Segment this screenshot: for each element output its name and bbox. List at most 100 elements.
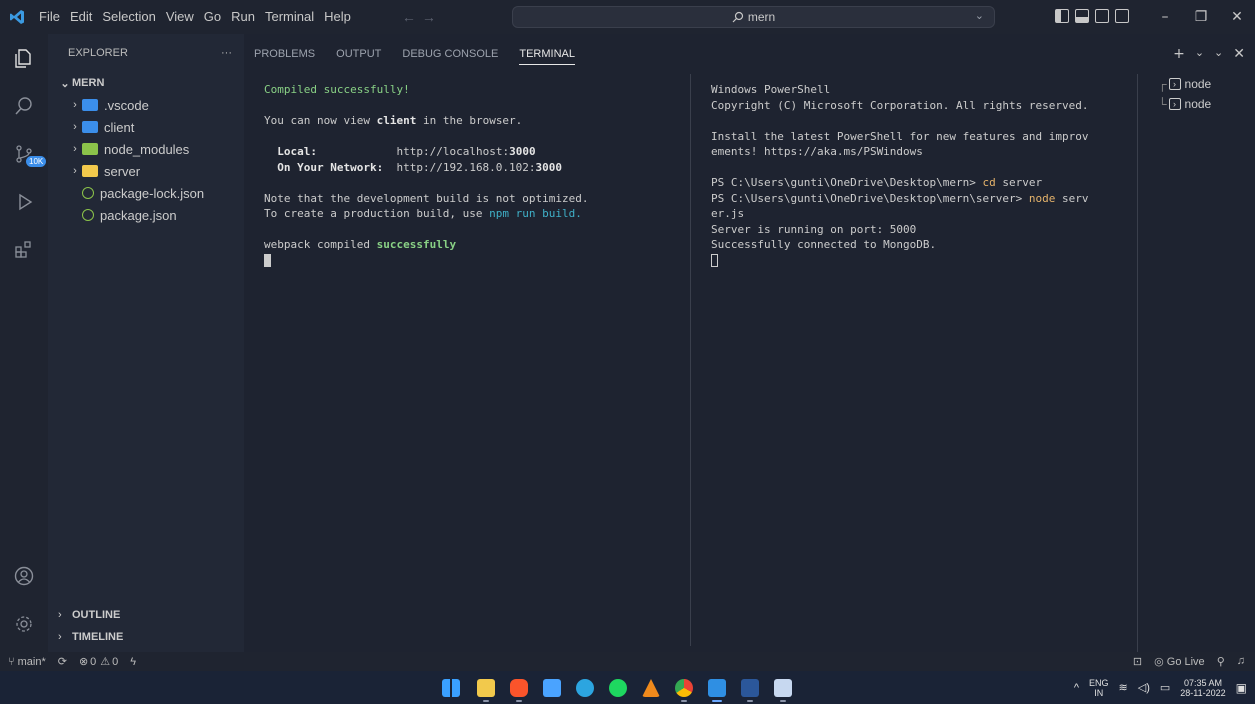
vscode-logo-icon[interactable] bbox=[0, 0, 34, 34]
sync-icon[interactable]: ⟳ bbox=[58, 655, 67, 668]
terminal-status-icon[interactable]: ⊡ bbox=[1133, 655, 1142, 668]
explorer-icon[interactable] bbox=[0, 38, 48, 78]
tab-terminal[interactable]: TERMINAL bbox=[519, 44, 575, 65]
terminal-output-client[interactable]: Compiled successfully! You can now view c… bbox=[264, 74, 689, 268]
tree-item-package-lock-json[interactable]: package-lock.json bbox=[48, 182, 244, 204]
error-count[interactable]: 0 bbox=[90, 656, 96, 668]
back-arrow-icon[interactable]: ← bbox=[402, 9, 422, 25]
error-icon: ⊗ bbox=[78, 656, 89, 668]
terminal-list-divider[interactable] bbox=[1137, 74, 1138, 652]
close-panel-icon[interactable]: ✕ bbox=[1233, 46, 1245, 62]
chevron-right-icon: › bbox=[73, 143, 77, 155]
warning-count[interactable]: 0 bbox=[112, 656, 118, 668]
battery-icon[interactable]: ▭ bbox=[1160, 681, 1170, 694]
customize-layout-icon[interactable] bbox=[1115, 9, 1129, 23]
branch-name[interactable]: main* bbox=[18, 656, 46, 668]
toggle-secondary-sidebar-icon[interactable] bbox=[1095, 9, 1109, 23]
timeline-section[interactable]: › TIMELINE bbox=[48, 626, 244, 648]
menu-file[interactable]: File bbox=[34, 0, 65, 34]
vscode-taskbar-icon[interactable] bbox=[708, 679, 726, 697]
layout-controls bbox=[1055, 9, 1129, 23]
terminal-list-item-1[interactable]: ┌ › node bbox=[1144, 74, 1255, 94]
windows-start-icon[interactable] bbox=[442, 679, 460, 697]
terminal-split-divider[interactable] bbox=[690, 74, 691, 646]
notepad-icon[interactable] bbox=[543, 679, 561, 697]
tree-item-label: package-lock.json bbox=[100, 185, 205, 201]
bell-icon[interactable]: ♫ bbox=[1237, 655, 1245, 668]
network-url[interactable]: http://192.168.0.102: bbox=[396, 161, 535, 174]
account-feedback-icon[interactable]: ⚲ bbox=[1217, 655, 1225, 668]
file-explorer-icon[interactable] bbox=[477, 679, 495, 697]
toggle-panel-icon[interactable] bbox=[1075, 9, 1089, 23]
menu-help[interactable]: Help bbox=[319, 0, 356, 34]
windows-taskbar: ^ ENG IN ≋ ◁) ▭ 07:35 AM 28-11-2022 ▣ bbox=[0, 671, 1255, 704]
ps-line-2: Copyright (C) Microsoft Corporation. All… bbox=[711, 98, 1089, 112]
more-actions-icon[interactable]: ··· bbox=[221, 47, 232, 59]
chevron-up-icon[interactable]: ^ bbox=[1074, 682, 1079, 694]
minimize-icon[interactable]: – bbox=[1147, 0, 1183, 34]
explorer-title: EXPLORER bbox=[68, 47, 128, 59]
tree-item-server[interactable]: › server bbox=[48, 160, 244, 182]
spotify-icon[interactable] bbox=[609, 679, 627, 697]
region-code: IN bbox=[1094, 687, 1104, 698]
vlc-icon[interactable] bbox=[642, 679, 660, 697]
toggle-sidebar-icon[interactable] bbox=[1055, 9, 1069, 23]
wifi-icon[interactable]: ≋ bbox=[1119, 681, 1128, 694]
menu-go[interactable]: Go bbox=[199, 0, 226, 34]
running-indicator bbox=[483, 700, 489, 702]
outline-section[interactable]: › OUTLINE bbox=[48, 604, 244, 626]
clock[interactable]: 07:35 AM 28-11-2022 bbox=[1180, 678, 1225, 698]
tab-debug-console[interactable]: DEBUG CONSOLE bbox=[402, 44, 498, 64]
search-icon[interactable] bbox=[0, 86, 48, 126]
folder-icon bbox=[82, 143, 98, 155]
ps-arg-2: serv bbox=[1055, 191, 1089, 205]
terminal-output-server[interactable]: Windows PowerShell Copyright (C) Microsof… bbox=[711, 74, 1141, 268]
chevron-down-icon[interactable]: ⌄ bbox=[975, 9, 984, 22]
accounts-icon[interactable] bbox=[0, 556, 48, 596]
tree-item-client[interactable]: › client bbox=[48, 116, 244, 138]
tab-output[interactable]: OUTPUT bbox=[336, 44, 381, 64]
terminal-icon: › bbox=[1168, 78, 1181, 90]
run-debug-icon[interactable] bbox=[0, 182, 48, 222]
volume-icon[interactable]: ◁) bbox=[1138, 681, 1150, 694]
menu-terminal[interactable]: Terminal bbox=[260, 0, 319, 34]
menu-view[interactable]: View bbox=[161, 0, 199, 34]
json-file-icon bbox=[82, 187, 94, 199]
menu-run[interactable]: Run bbox=[226, 0, 260, 34]
tree-item-label: package.json bbox=[100, 207, 177, 223]
extensions-icon[interactable] bbox=[0, 230, 48, 270]
ps-arg-1: server bbox=[995, 176, 1043, 189]
folder-root-mern[interactable]: ⌄ MERN bbox=[48, 72, 244, 94]
server-running-line: Server is running on port: 5000 bbox=[711, 222, 917, 236]
restore-icon[interactable]: ❐ bbox=[1183, 0, 1219, 34]
telegram-icon[interactable] bbox=[576, 679, 594, 697]
tree-item-vscode[interactable]: › .vscode bbox=[48, 94, 244, 116]
menu-selection[interactable]: Selection bbox=[97, 0, 160, 34]
webpack-success: successfully bbox=[376, 238, 457, 251]
language-indicator[interactable]: ENG IN bbox=[1089, 678, 1109, 698]
gear-icon[interactable] bbox=[0, 604, 48, 644]
close-icon[interactable]: ✕ bbox=[1219, 0, 1255, 34]
word-icon[interactable] bbox=[741, 679, 759, 697]
chrome-icon[interactable] bbox=[675, 679, 693, 697]
terminal-name: node bbox=[1184, 97, 1212, 111]
forward-arrow-icon[interactable]: → bbox=[422, 9, 442, 25]
menu-edit[interactable]: Edit bbox=[65, 0, 97, 34]
tab-problems[interactable]: PROBLEMS bbox=[254, 44, 315, 64]
new-terminal-icon[interactable]: + bbox=[1173, 46, 1185, 62]
tree-item-package-json[interactable]: package.json bbox=[48, 204, 244, 226]
terminal-list-item-2[interactable]: └ › node bbox=[1144, 94, 1255, 114]
notification-icon[interactable]: ▣ bbox=[1236, 681, 1247, 695]
lightning-icon[interactable]: ϟ bbox=[130, 656, 136, 668]
maximize-panel-icon[interactable]: ⌄ bbox=[1214, 46, 1223, 62]
tree-item-node-modules[interactable]: › node_modules bbox=[48, 138, 244, 160]
command-center-search[interactable]: mern ⌄ bbox=[512, 6, 995, 28]
source-control-icon[interactable]: 10K bbox=[0, 134, 48, 174]
brave-browser-icon[interactable] bbox=[510, 679, 528, 697]
snipping-tool-icon[interactable] bbox=[774, 679, 792, 697]
tree-item-label: server bbox=[104, 163, 141, 179]
local-url[interactable]: http://localhost: bbox=[396, 145, 509, 158]
clock-time: 07:35 AM bbox=[1183, 677, 1222, 688]
chevron-down-icon[interactable]: ⌄ bbox=[1195, 46, 1204, 62]
go-live-button[interactable]: ◎ Go Live bbox=[1154, 655, 1205, 668]
